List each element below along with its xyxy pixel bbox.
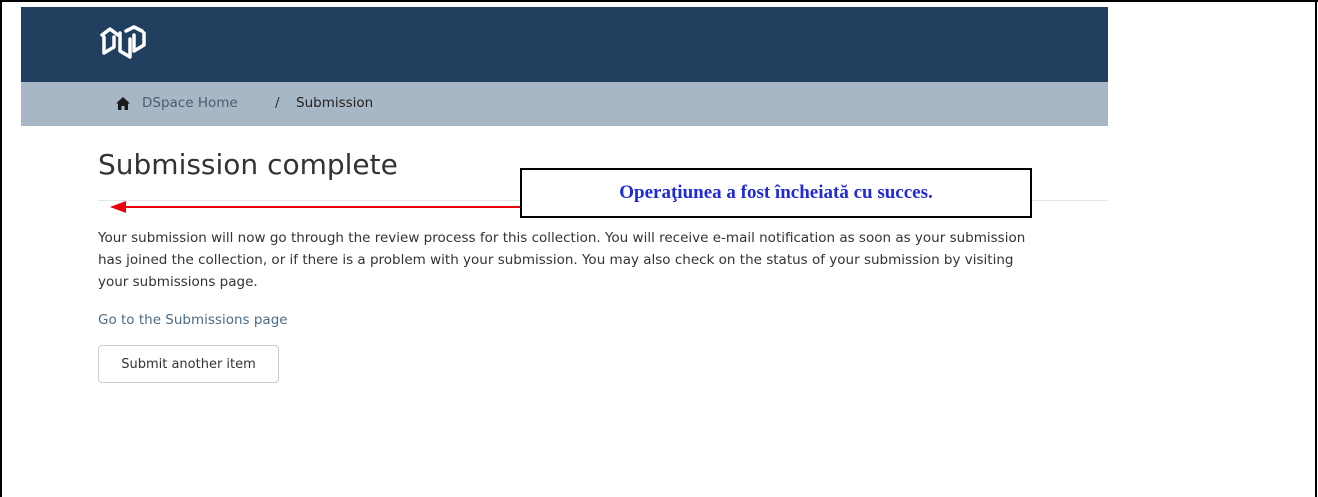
frame-border-top (0, 0, 1318, 2)
breadcrumb: DSpace Home / Submission (21, 82, 1108, 126)
submit-another-item-button[interactable]: Submit another item (98, 345, 279, 383)
page-title: Submission complete (98, 148, 398, 181)
frame-border-right (1315, 0, 1317, 497)
site-header (21, 7, 1108, 82)
annotation-callout: Operaţiunea a fost încheiată cu succes. (520, 168, 1032, 218)
breadcrumb-home-link[interactable]: DSpace Home (142, 95, 238, 111)
submission-message: Your submission will now go through the … (98, 230, 1026, 290)
frame-border-left (0, 0, 2, 497)
home-icon (116, 97, 130, 110)
breadcrumb-separator: / (275, 95, 280, 111)
breadcrumb-current: Submission (296, 95, 374, 111)
repository-logo[interactable] (96, 21, 150, 61)
annotation-arrow (110, 201, 524, 213)
submissions-page-link[interactable]: Go to the Submissions page (98, 312, 288, 328)
